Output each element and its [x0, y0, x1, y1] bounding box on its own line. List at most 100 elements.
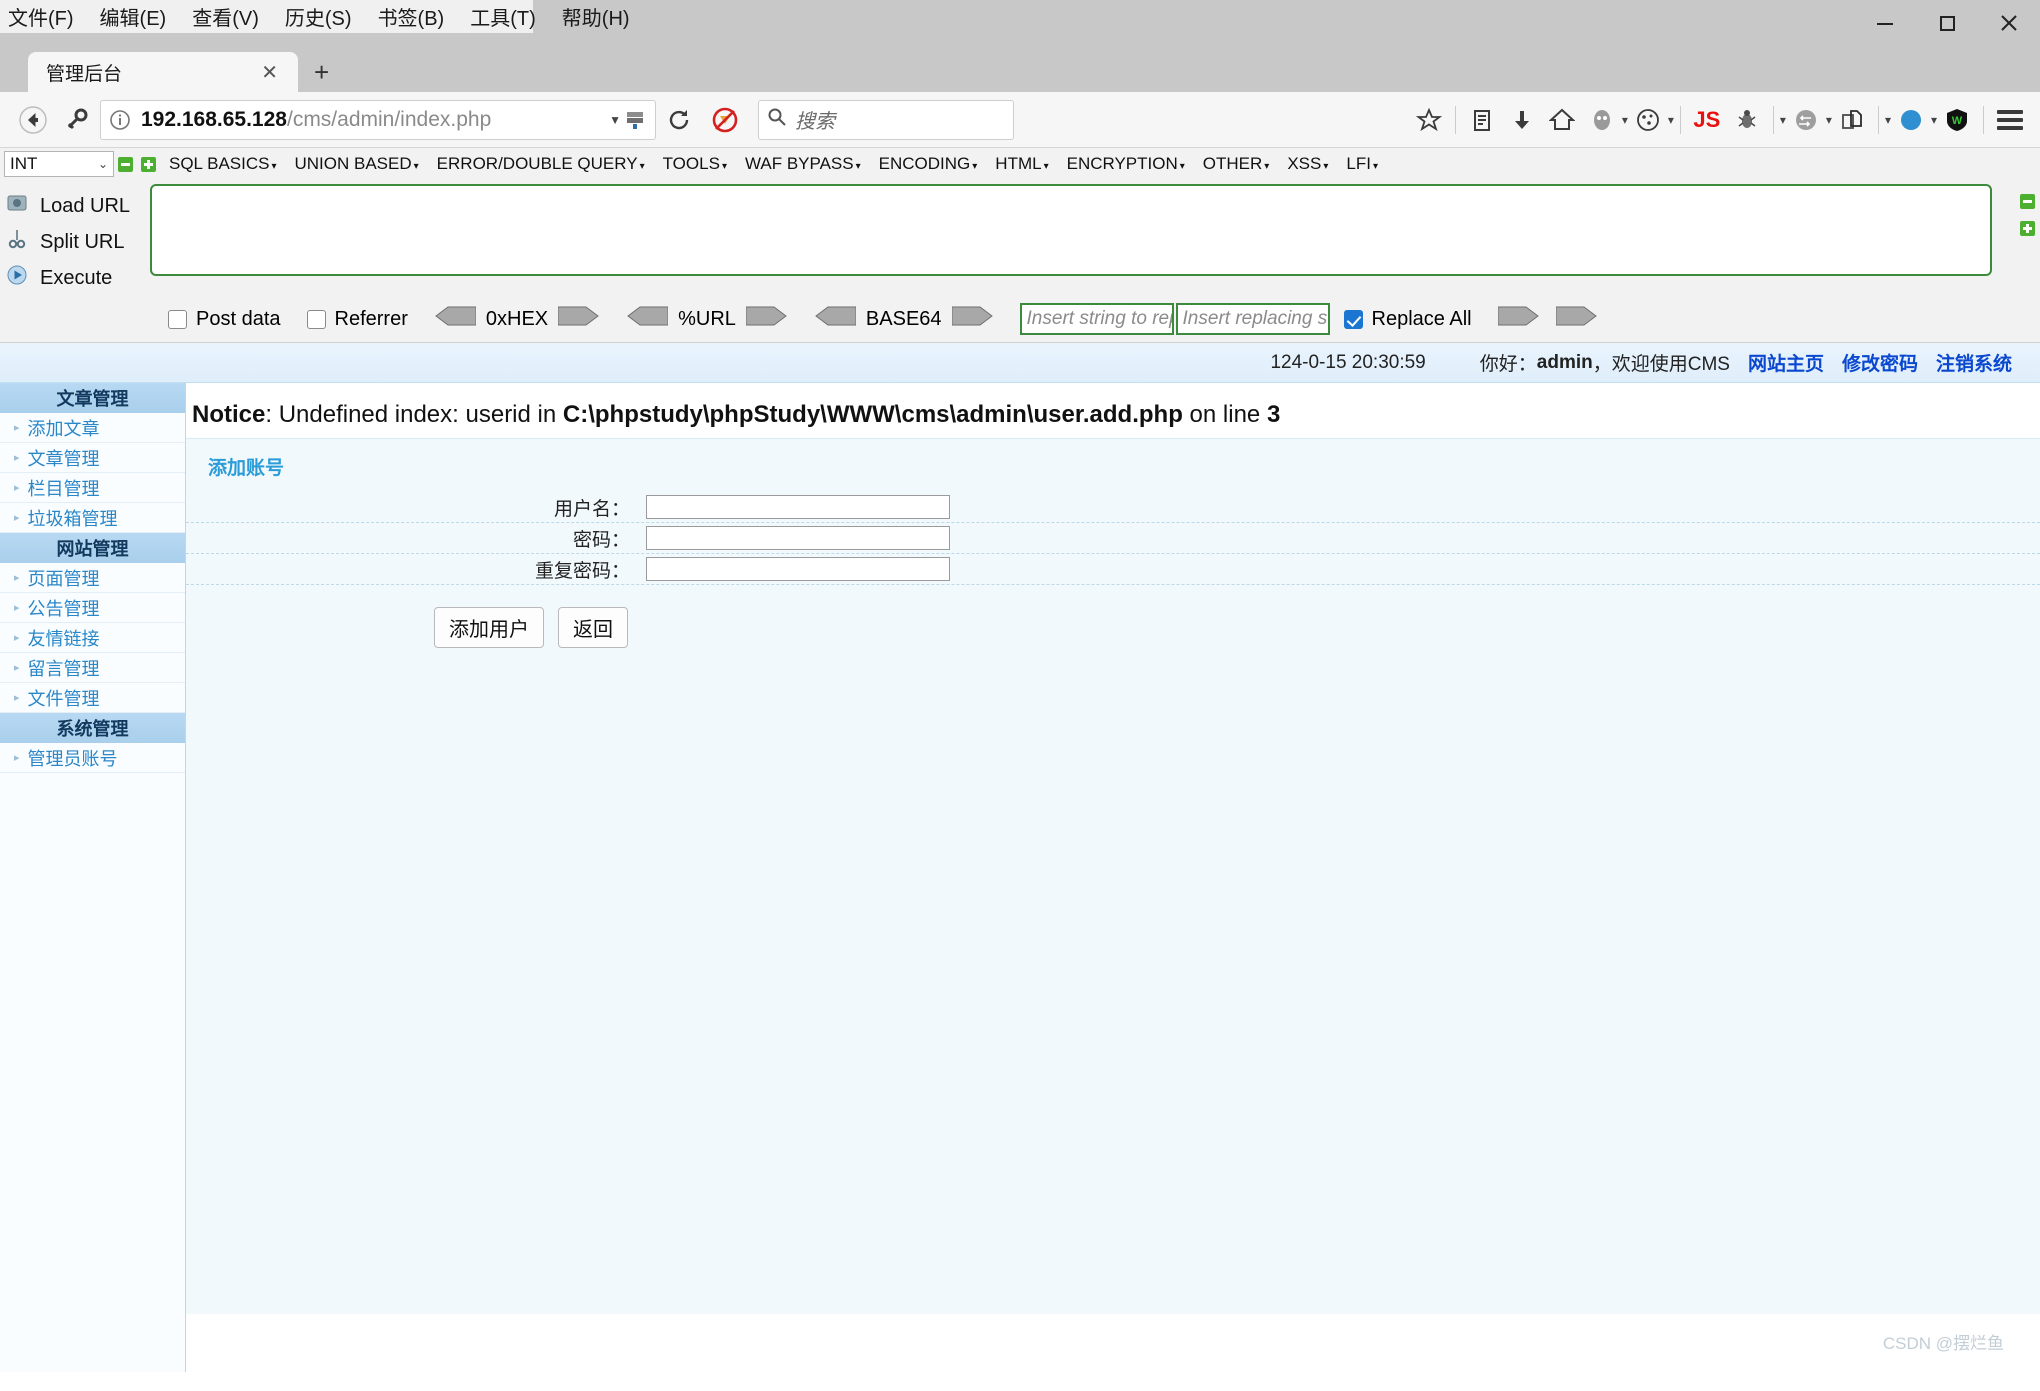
replace-all-checkbox[interactable] — [1343, 309, 1363, 329]
hackbar-type-select[interactable]: INT ⌄ — [4, 151, 114, 177]
sidebar-item-friend-links[interactable]: ▸ 友情链接 — [0, 623, 185, 653]
noscript-block-icon[interactable] — [702, 100, 748, 140]
referrer-checkbox[interactable] — [306, 309, 326, 329]
notice-tail: on line — [1182, 401, 1267, 428]
post-data-checkbox[interactable] — [168, 309, 187, 329]
hackbar-type-value: INT — [10, 154, 38, 173]
server-timestamp: 124-0-15 20:30:59 — [1270, 351, 1426, 373]
load-url-button[interactable]: Load URL — [0, 188, 150, 224]
library-icon[interactable] — [1462, 100, 1502, 140]
hackbar-menu-other[interactable]: OTHER ▾ — [1194, 154, 1279, 174]
sync-icon[interactable] — [1786, 100, 1826, 140]
back-button[interactable]: 返回 — [558, 607, 628, 649]
sidebar-item-add-article[interactable]: ▸ 添加文章 — [0, 413, 185, 443]
bookmark-star-icon[interactable] — [1409, 100, 1449, 140]
url-encode-arrow-icon[interactable] — [745, 305, 788, 333]
sidebar-item-trash-manage[interactable]: ▸ 垃圾箱管理 — [0, 503, 185, 533]
search-input[interactable]: 搜索 — [795, 105, 835, 134]
collapse-icon[interactable] — [2019, 194, 2035, 209]
username-input[interactable] — [646, 495, 950, 520]
menu-item-tools[interactable]: 工具(T) — [470, 2, 536, 31]
search-bar[interactable]: 搜索 — [758, 99, 1014, 140]
url-text: 192.168.65.128/cms/admin/index.php — [133, 108, 609, 132]
maximize-icon[interactable] — [1916, 0, 1978, 46]
link-change-password[interactable]: 修改密码 — [1842, 349, 1918, 376]
repeat-password-input[interactable] — [646, 557, 950, 582]
url-decode-arrow-icon[interactable] — [626, 305, 669, 333]
hackbar-url-textarea[interactable] — [150, 184, 1992, 276]
sidebar-item-column-manage[interactable]: ▸ 栏目管理 — [0, 473, 185, 503]
execute-button[interactable]: Execute — [0, 260, 150, 296]
form-row-username: 用户名： — [186, 492, 2040, 524]
browser-tab[interactable]: 管理后台 ✕ — [28, 52, 298, 92]
link-site-home[interactable]: 网站主页 — [1748, 349, 1824, 376]
app-menu-icon[interactable] — [1990, 100, 2030, 140]
hex-decode-arrow-icon[interactable] — [434, 305, 477, 333]
home-icon[interactable] — [1542, 100, 1582, 140]
hackbar-menu-sql-basics[interactable]: SQL BASICS ▾ — [160, 154, 286, 174]
current-user: admin — [1536, 351, 1593, 373]
link-logout[interactable]: 注销系统 — [1936, 349, 2012, 376]
hackbar-menu-encryption[interactable]: ENCRYPTION ▾ — [1058, 154, 1194, 174]
expand-icon[interactable] — [2019, 221, 2035, 236]
page-info-icon[interactable] — [107, 107, 133, 133]
extension-mask-icon[interactable] — [1582, 100, 1622, 140]
menu-item-help[interactable]: 帮助(H) — [562, 2, 630, 31]
tab-close-icon[interactable]: ✕ — [255, 60, 284, 85]
menu-item-file[interactable]: 文件(F) — [8, 2, 74, 31]
chevron-down-icon[interactable]: ▼ — [609, 113, 621, 127]
browser-profile-icon[interactable] — [1891, 100, 1931, 140]
bug-icon[interactable] — [1727, 100, 1767, 140]
copy-pages-icon[interactable] — [1832, 100, 1872, 140]
close-icon[interactable] — [1978, 0, 2040, 46]
hackbar-menu-union-based[interactable]: UNION BASED ▾ — [286, 154, 428, 174]
hackbar-menu-error-double-query[interactable]: ERROR/DOUBLE QUERY ▾ — [428, 154, 654, 174]
minimize-icon[interactable] — [1854, 0, 1916, 46]
notice-label: Notice — [192, 401, 266, 428]
hackbar-menu-xss[interactable]: XSS ▾ — [1278, 154, 1337, 174]
new-tab-button[interactable]: + — [298, 57, 345, 88]
replace-to-input[interactable]: Insert replacing string — [1175, 303, 1330, 335]
hex-encode-arrow-icon[interactable] — [557, 305, 600, 333]
post-data-label: Post data — [196, 307, 281, 330]
cookie-icon[interactable] — [1628, 100, 1668, 140]
split-url-button[interactable]: Split URL — [0, 224, 150, 260]
key-icon[interactable] — [56, 100, 96, 140]
add-user-button[interactable]: 添加用户 — [434, 607, 544, 649]
replace-from-input[interactable]: Insert string to replace — [1019, 303, 1174, 335]
replace-secondary-arrow-icon[interactable] — [1555, 305, 1598, 333]
hackbar-menu-lfi[interactable]: LFI ▾ — [1337, 154, 1387, 174]
sidebar-item-article-manage[interactable]: ▸ 文章管理 — [0, 443, 185, 473]
sidebar-group-title-website: 网站管理 — [0, 533, 185, 563]
sidebar-item-page-manage[interactable]: ▸ 页面管理 — [0, 563, 185, 593]
hackbar-menu-html[interactable]: HTML ▾ — [986, 154, 1057, 174]
sidebar-item-message-manage[interactable]: ▸ 留言管理 — [0, 653, 185, 683]
password-input[interactable] — [646, 526, 950, 551]
base64-decode-arrow-icon[interactable] — [814, 305, 857, 333]
javascript-toggle-icon[interactable]: JS — [1687, 100, 1727, 140]
sidebar-item-label: 公告管理 — [27, 598, 100, 619]
server-icon[interactable] — [621, 106, 649, 134]
hackbar-menu-tools[interactable]: TOOLS ▾ — [654, 154, 736, 174]
remove-icon[interactable] — [118, 156, 133, 172]
sidebar-item-announcement-manage[interactable]: ▸ 公告管理 — [0, 593, 185, 623]
hackbar-menu-encoding[interactable]: ENCODING ▾ — [870, 154, 987, 174]
add-icon[interactable] — [141, 156, 156, 172]
base64-encode-arrow-icon[interactable] — [951, 305, 994, 333]
chevron-down-icon-3[interactable]: ▾ — [1668, 113, 1674, 127]
sidebar-item-file-manage[interactable]: ▸ 文件管理 — [0, 683, 185, 713]
downloads-icon[interactable] — [1502, 100, 1542, 140]
wappalyzer-shield-icon[interactable]: W — [1937, 100, 1977, 140]
menu-item-history[interactable]: 历史(S) — [285, 2, 352, 31]
menu-item-edit[interactable]: 编辑(E) — [100, 2, 167, 31]
back-icon[interactable] — [10, 100, 56, 140]
hackbar-menu-waf-bypass[interactable]: WAF BYPASS ▾ — [736, 154, 870, 174]
reload-icon[interactable] — [656, 100, 702, 140]
sidebar-item-label: 添加文章 — [27, 418, 100, 439]
menu-item-bookmarks[interactable]: 书签(B) — [378, 2, 445, 31]
main-content: Notice: Undefined index: userid in C:\ph… — [186, 383, 2040, 1372]
replace-apply-arrow-icon[interactable] — [1497, 305, 1540, 333]
sidebar-item-admin-account[interactable]: ▸ 管理员账号 — [0, 743, 185, 773]
menu-item-view[interactable]: 查看(V) — [192, 2, 259, 31]
url-bar[interactable]: 192.168.65.128/cms/admin/index.php ▼ — [100, 99, 656, 140]
